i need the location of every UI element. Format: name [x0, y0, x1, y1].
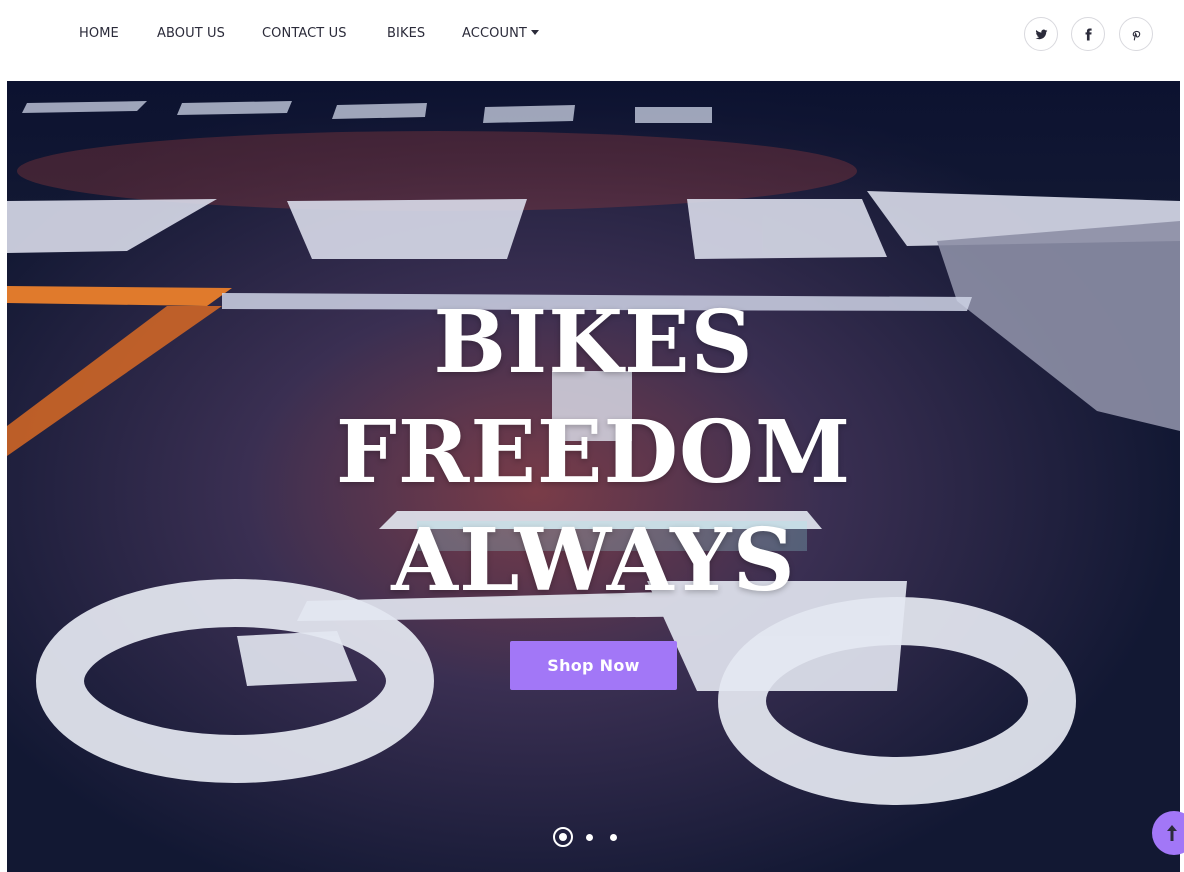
hero-carousel: BIKES FREEDOM ALWAYS Shop Now	[7, 81, 1180, 872]
top-navbar: HOME ABOUT US CONTACT US BIKES ACCOUNT	[0, 0, 1184, 81]
pinterest-icon	[1132, 30, 1140, 40]
nav-home-link[interactable]: HOME	[79, 25, 119, 43]
nav-account-label: ACCOUNT	[462, 26, 527, 41]
twitter-icon	[1035, 29, 1047, 39]
carousel-dot-2[interactable]	[586, 834, 593, 841]
nav-account-dropdown[interactable]: ACCOUNT	[462, 25, 539, 43]
nav-contact-link[interactable]: CONTACT US	[262, 25, 347, 43]
hero-heading-line-2: FREEDOM	[335, 402, 852, 503]
facebook-icon	[1085, 28, 1092, 40]
hero-heading-line-1: BIKES	[433, 292, 754, 393]
facebook-button[interactable]	[1071, 17, 1105, 51]
twitter-button[interactable]	[1024, 17, 1058, 51]
pinterest-button[interactable]	[1119, 17, 1153, 51]
shop-now-button[interactable]: Shop Now	[510, 641, 677, 690]
caret-down-icon	[530, 30, 539, 35]
nav-bikes-link[interactable]: BIKES	[387, 25, 425, 43]
carousel-dot-1[interactable]	[559, 833, 567, 841]
carousel-dot-3[interactable]	[610, 834, 617, 841]
hero-heading-line-3: ALWAYS	[391, 510, 796, 611]
arrow-up-icon	[1167, 825, 1177, 841]
nav-about-link[interactable]: ABOUT US	[157, 25, 225, 43]
